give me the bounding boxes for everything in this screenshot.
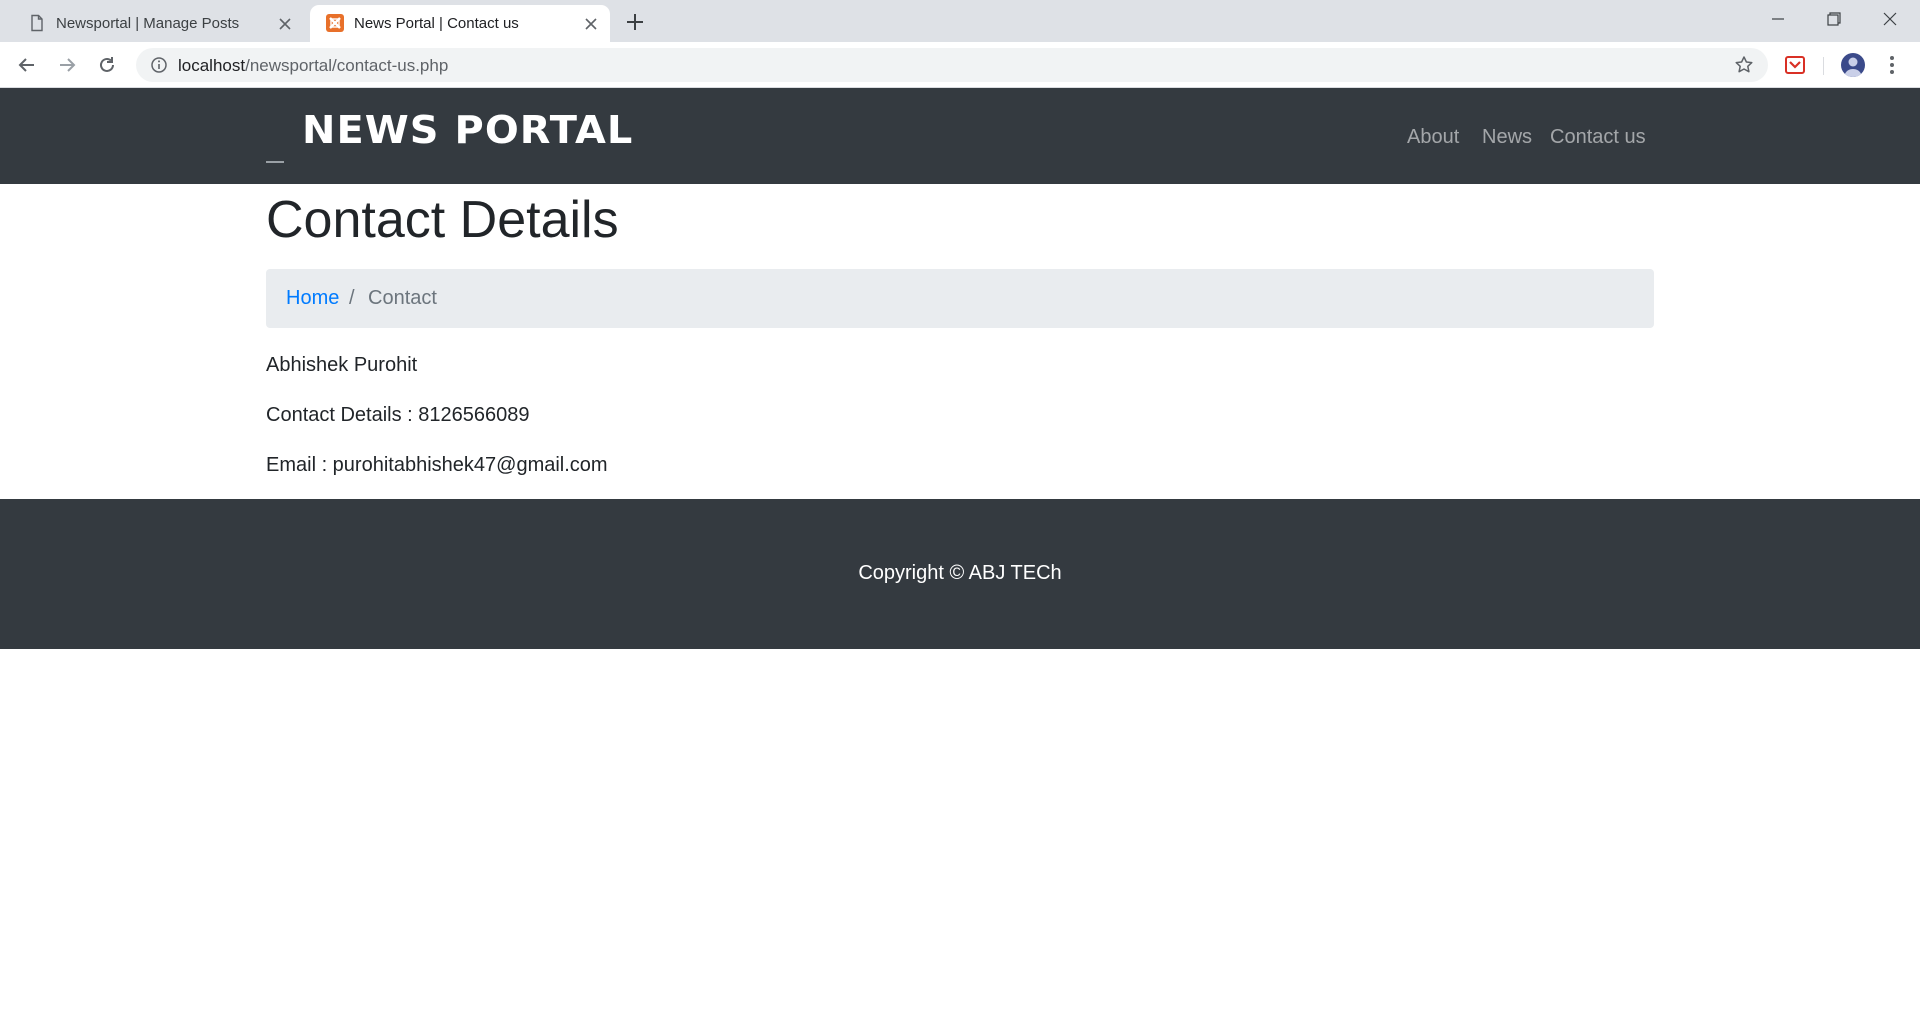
browser-toolbar: localhost/newsportal/contact-us.php: [0, 42, 1920, 88]
breadcrumb-separator: /: [349, 287, 355, 309]
browser-tabstrip: Newsportal | Manage Posts News Portal | …: [0, 0, 1920, 42]
contact-phone: Contact Details : 8126566089: [266, 404, 530, 426]
url-text: localhost/newsportal/contact-us.php: [178, 56, 448, 76]
tab-contact-us[interactable]: News Portal | Contact us: [310, 5, 610, 42]
restore-button[interactable]: [1806, 0, 1862, 38]
minimize-icon: [1772, 18, 1784, 20]
xampp-icon: [326, 14, 344, 32]
url-host: localhost: [178, 56, 246, 75]
tab-manage-posts[interactable]: Newsportal | Manage Posts: [12, 5, 304, 42]
close-icon[interactable]: [276, 15, 294, 33]
brand-underline: [266, 161, 284, 163]
site-footer: Copyright © ABJ TECh: [0, 499, 1920, 649]
brand-title: NEWS PORTAL: [302, 108, 634, 152]
breadcrumb-current: Contact: [368, 287, 437, 309]
back-button[interactable]: [14, 52, 40, 78]
site-navbar: NEWS PORTAL About News Contact us: [0, 88, 1920, 184]
brand-logo[interactable]: NEWS PORTAL: [266, 88, 632, 184]
nav-link-about[interactable]: About: [1407, 126, 1459, 149]
reload-button[interactable]: [94, 52, 120, 78]
page-title: Contact Details: [266, 191, 619, 249]
address-bar[interactable]: localhost/newsportal/contact-us.php: [136, 48, 1768, 82]
tab-title: Newsportal | Manage Posts: [56, 15, 240, 32]
menu-icon[interactable]: [1882, 54, 1902, 76]
tab-title: News Portal | Contact us: [354, 15, 519, 32]
url-path: /newsportal/contact-us.php: [245, 56, 449, 75]
contact-name: Abhishek Purohit: [266, 354, 418, 376]
star-icon[interactable]: [1734, 55, 1754, 75]
forward-icon: [60, 58, 76, 72]
nav-link-news[interactable]: News: [1482, 126, 1532, 149]
close-icon: [1883, 12, 1897, 26]
avatar[interactable]: [1841, 53, 1865, 77]
contact-email: Email : purohitabhishek47@gmail.com: [266, 454, 608, 476]
breadcrumb: Home / Contact: [266, 269, 1654, 328]
info-icon[interactable]: [150, 56, 168, 74]
window-close-button[interactable]: [1862, 0, 1918, 38]
profile-icon: [1844, 57, 1862, 77]
document-icon: [31, 14, 43, 32]
copyright-text: Copyright © ABJ TECh: [858, 562, 1062, 584]
close-icon[interactable]: [582, 15, 600, 33]
nav-link-contact-us[interactable]: Contact us: [1550, 126, 1646, 149]
back-icon: [18, 58, 34, 72]
breadcrumb-home-link[interactable]: Home: [286, 287, 339, 310]
toolbar-divider: [1823, 57, 1824, 75]
plus-icon[interactable]: [622, 9, 648, 35]
reload-icon: [100, 57, 114, 72]
forward-button[interactable]: [54, 52, 80, 78]
extension-icon[interactable]: [1784, 54, 1806, 76]
restore-icon: [1827, 12, 1841, 26]
minimize-button[interactable]: [1750, 0, 1806, 38]
